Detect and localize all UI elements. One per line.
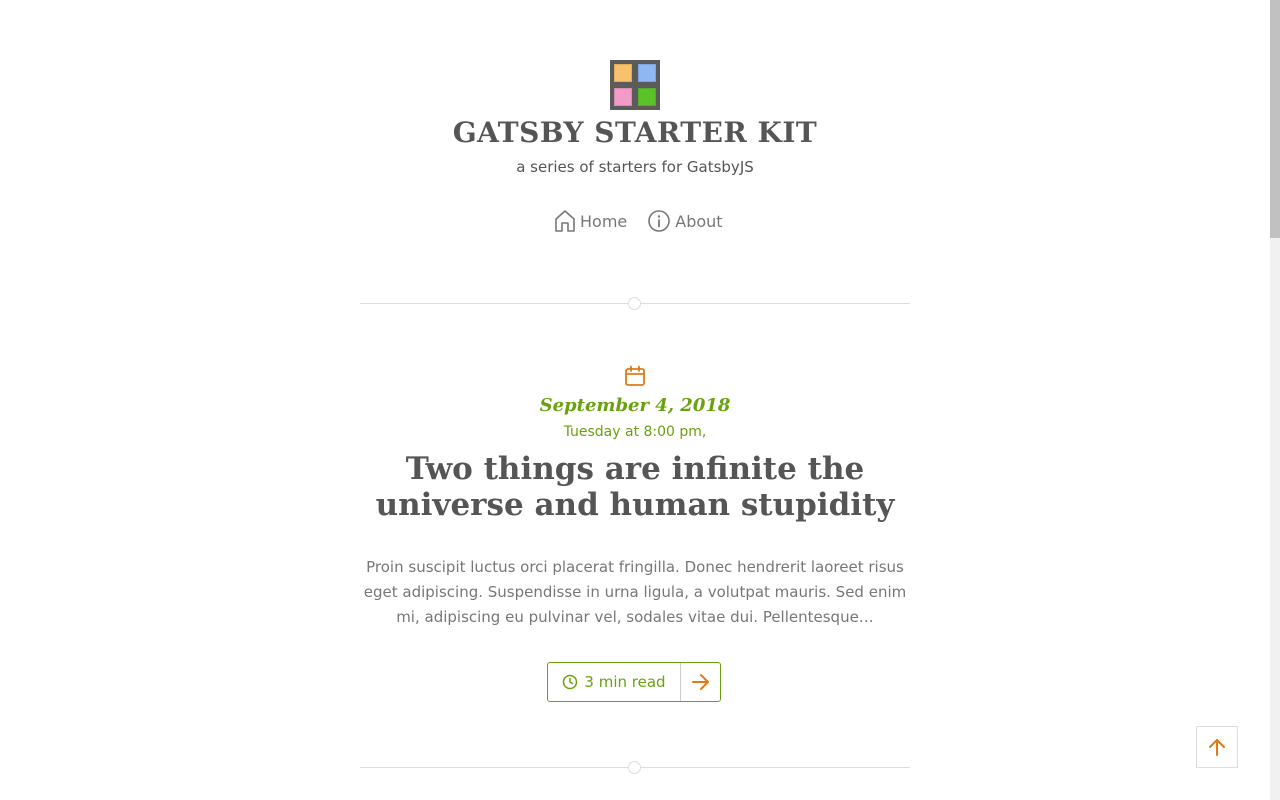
back-to-top-button[interactable] — [1196, 726, 1238, 768]
read-time-label: 3 min read — [584, 673, 666, 691]
logo-square-blue — [638, 64, 656, 82]
divider — [360, 761, 910, 774]
divider-dot — [628, 297, 641, 310]
logo-square-orange — [614, 64, 632, 82]
logo-square-green — [638, 88, 656, 106]
nav-item-home[interactable]: Home — [554, 209, 627, 233]
post-time: Tuesday at 8:00 pm, — [563, 424, 707, 440]
site-title[interactable]: GATSBY STARTER KIT — [0, 116, 1270, 149]
site-subtitle: a series of starters for GatsbyJS — [516, 158, 754, 176]
clock-icon — [563, 674, 578, 690]
post-date: September 4, 2018 — [539, 395, 731, 416]
scrollbar-thumb[interactable] — [1270, 0, 1280, 238]
read-time: 3 min read — [548, 663, 681, 701]
arrow-right-icon — [691, 674, 709, 690]
arrow-up-icon — [1209, 739, 1225, 756]
divider-dot — [628, 761, 641, 774]
nav-home-label: Home — [580, 211, 628, 231]
info-icon — [648, 210, 671, 232]
site-logo[interactable] — [610, 60, 660, 110]
read-more-arrow[interactable] — [681, 663, 720, 701]
home-icon — [555, 210, 575, 232]
page-scrollbar[interactable] — [1270, 0, 1280, 800]
logo-square-pink — [614, 88, 632, 106]
post-title[interactable]: Two things are infinite the universe and… — [355, 451, 915, 523]
nav-about-label: About — [675, 211, 723, 231]
page: GATSBY STARTER KIT a series of starters … — [0, 0, 1270, 800]
post-excerpt: Proin suscipit luctus orci placerat frin… — [363, 558, 907, 626]
calendar-icon — [625, 365, 645, 386]
nav-item-about[interactable]: About — [647, 209, 723, 233]
divider — [360, 297, 910, 310]
main-nav: Home About — [554, 208, 723, 234]
read-more-button[interactable]: 3 min read — [547, 662, 721, 702]
